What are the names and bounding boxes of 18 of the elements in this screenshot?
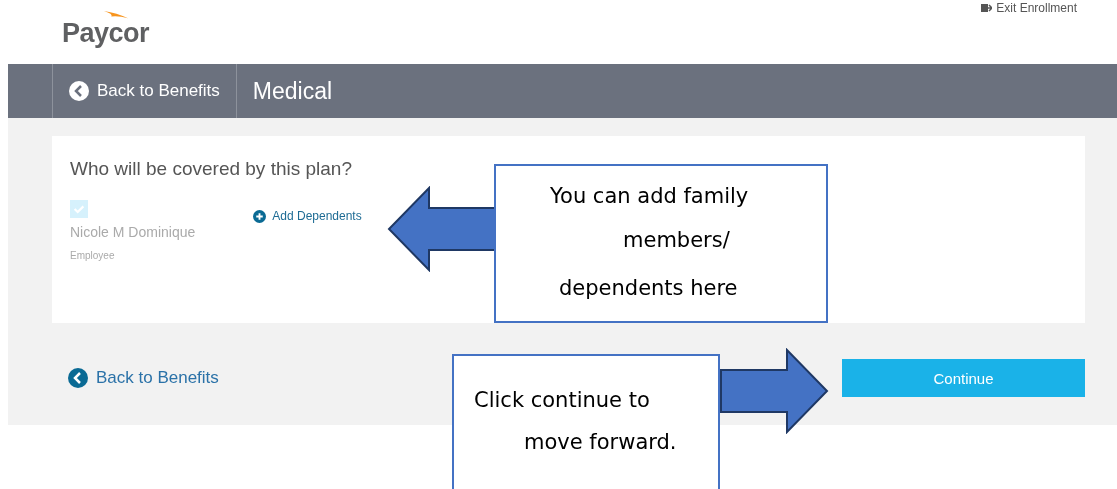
checkbox[interactable]	[70, 200, 88, 218]
logo: Paycor	[62, 12, 150, 49]
member-name: Nicole M Dominique	[70, 224, 196, 240]
back-icon	[68, 368, 88, 388]
callout-text: Click continue to	[474, 388, 650, 412]
member-role: Employee	[70, 250, 116, 261]
callout-text: dependents here	[559, 276, 738, 300]
question-heading: Who will be covered by this plan?	[70, 158, 353, 180]
page-title: Medical	[251, 77, 333, 105]
exit-icon	[980, 3, 993, 13]
back-link[interactable]: Back to Benefits	[68, 368, 219, 388]
callout-text: members/	[623, 228, 730, 252]
back-icon	[69, 81, 89, 101]
exit-link[interactable]: Exit Enrollment	[980, 1, 1077, 15]
plus-icon	[253, 209, 267, 223]
callout-text: You can add family	[550, 184, 749, 208]
callout-text: move forward.	[524, 430, 677, 454]
add-dependents-link[interactable]: Add Dependents	[253, 208, 362, 224]
